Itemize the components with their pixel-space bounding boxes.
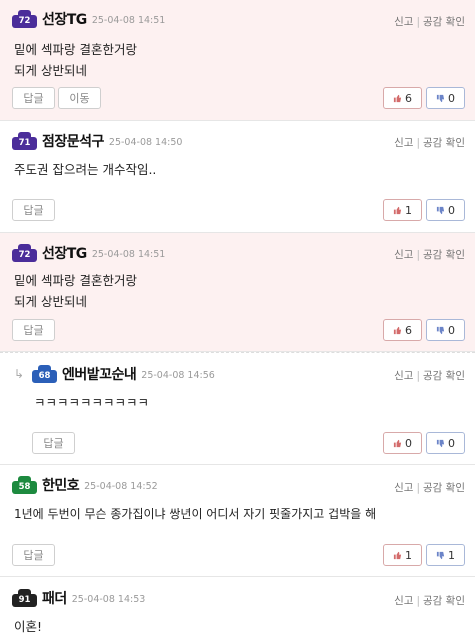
thumbs-down-icon [436,439,445,447]
report-like-links: 신고 | 공감 확인 [394,370,465,382]
upvote-button[interactable]: 0 [383,432,422,454]
comment-body: 이혼! [14,619,43,634]
timestamp: 25-04-08 14:51 [91,14,166,26]
report-link[interactable]: 신고 [394,16,413,28]
report-link[interactable]: 신고 [394,370,413,382]
level-badge-icon: 72 [12,244,37,262]
thumbs-up-icon [393,94,402,102]
report-link[interactable]: 신고 [394,595,413,607]
nickname[interactable]: 엔버밭꼬순내 [62,364,137,384]
timestamp: 25-04-08 14:53 [71,593,146,605]
thumbs-up-icon [393,439,402,447]
move-button[interactable]: 이동 [58,87,101,109]
thumbs-down-icon [436,94,445,102]
reply-button[interactable]: 답글 [12,544,55,566]
comment-header: 71 점장문석구 25-04-08 14:50 [12,131,182,151]
downvote-button[interactable]: 0 [426,319,465,341]
thumbs-down-icon [436,551,445,559]
thumbs-up-icon [393,326,402,334]
thumbs-down-icon [436,206,445,214]
upvote-button[interactable]: 6 [383,319,422,341]
upvote-button[interactable]: 1 [383,544,422,566]
report-link[interactable]: 신고 [394,249,413,261]
level-badge-icon: 91 [12,589,37,607]
level-badge-icon: 71 [12,132,37,150]
like-check-link[interactable]: 공감 확인 [423,370,465,382]
comment-body: 1년에 두번이 무슨 종가집이냐 쌍년이 어디서 자기 핏줄가지고 겁박을 해 [14,507,377,521]
reply-arrow-icon: ↳ [14,367,25,381]
downvote-button[interactable]: 0 [426,432,465,454]
nickname[interactable]: 선장TG [42,9,87,29]
report-like-links: 신고 | 공감 확인 [394,482,465,494]
nickname[interactable]: 한민호 [42,475,80,495]
upvote-button[interactable]: 1 [383,199,422,221]
timestamp: 25-04-08 14:56 [141,369,215,381]
upvote-button[interactable]: 6 [383,87,422,109]
downvote-button[interactable]: 1 [426,544,465,566]
nickname[interactable]: 패더 [42,588,67,608]
comment-header: 91 패더 25-04-08 14:53 [12,588,145,608]
comment-body: 주도권 잡으려는 개수작임.. [14,162,157,177]
reply-button[interactable]: 답글 [32,432,75,454]
comment-header: 68 엔버밭꼬순내 25-04-08 14:56 [32,364,215,384]
comment-body: 밑에 섹파랑 결혼한거랑 되게 상반되네 [14,42,137,78]
report-like-links: 신고 | 공감 확인 [394,137,465,149]
report-like-links: 신고 | 공감 확인 [394,16,465,28]
thumbs-down-icon [436,326,445,334]
comment-body: 밑에 섹파랑 결혼한거랑 되게 상반되네 [14,273,137,309]
report-like-links: 신고 | 공감 확인 [394,249,465,261]
comment-header: 58 한민호 25-04-08 14:52 [12,475,158,495]
comment-header: 72 선장TG 25-04-08 14:51 [12,243,165,263]
reply-button[interactable]: 답글 [12,319,55,341]
timestamp: 25-04-08 14:52 [84,480,158,492]
comment-2: 71 점장문석구 25-04-08 14:50 신고 | 공감 확인 주도권 잡으려… [0,121,475,233]
thumbs-up-icon [393,551,402,559]
comment-6: 91 패더 25-04-08 14:53 신고 | 공감 확인 이혼! [0,577,475,642]
downvote-button[interactable]: 0 [426,199,465,221]
like-check-link[interactable]: 공감 확인 [423,249,465,261]
comment-reply: ↳ 68 엔버밭꼬순내 25-04-08 14:56 신고 | 공감 확인 ㅋㅋㅋㅋ… [0,352,475,465]
level-badge-icon: 58 [12,476,37,494]
report-link[interactable]: 신고 [394,482,413,494]
thumbs-up-icon [393,206,402,214]
reply-button[interactable]: 답글 [12,199,55,221]
comment-body: ㅋㅋㅋㅋㅋㅋㅋㅋㅋㅋ [34,395,150,410]
downvote-button[interactable]: 0 [426,87,465,109]
level-badge-icon: 72 [12,10,37,28]
nickname[interactable]: 점장문석구 [42,131,104,151]
timestamp: 25-04-08 14:50 [108,136,183,148]
report-link[interactable]: 신고 [394,137,413,149]
timestamp: 25-04-08 14:51 [91,248,166,260]
like-check-link[interactable]: 공감 확인 [423,137,465,149]
nickname[interactable]: 선장TG [42,243,87,263]
comment-1: 72 선장TG 25-04-08 14:51 신고 | 공감 확인 밑에 섹파랑 결… [0,0,475,121]
like-check-link[interactable]: 공감 확인 [423,16,465,28]
like-check-link[interactable]: 공감 확인 [423,482,465,494]
comment-header: 72 선장TG 25-04-08 14:51 [12,9,165,29]
comment-3: 72 선장TG 25-04-08 14:51 신고 | 공감 확인 밑에 섹파랑 결… [0,233,475,352]
report-like-links: 신고 | 공감 확인 [394,595,465,607]
comment-5: 58 한민호 25-04-08 14:52 신고 | 공감 확인 1년에 두번이 무… [0,465,475,577]
reply-button[interactable]: 답글 [12,87,55,109]
like-check-link[interactable]: 공감 확인 [423,595,465,607]
level-badge-icon: 68 [32,365,57,383]
